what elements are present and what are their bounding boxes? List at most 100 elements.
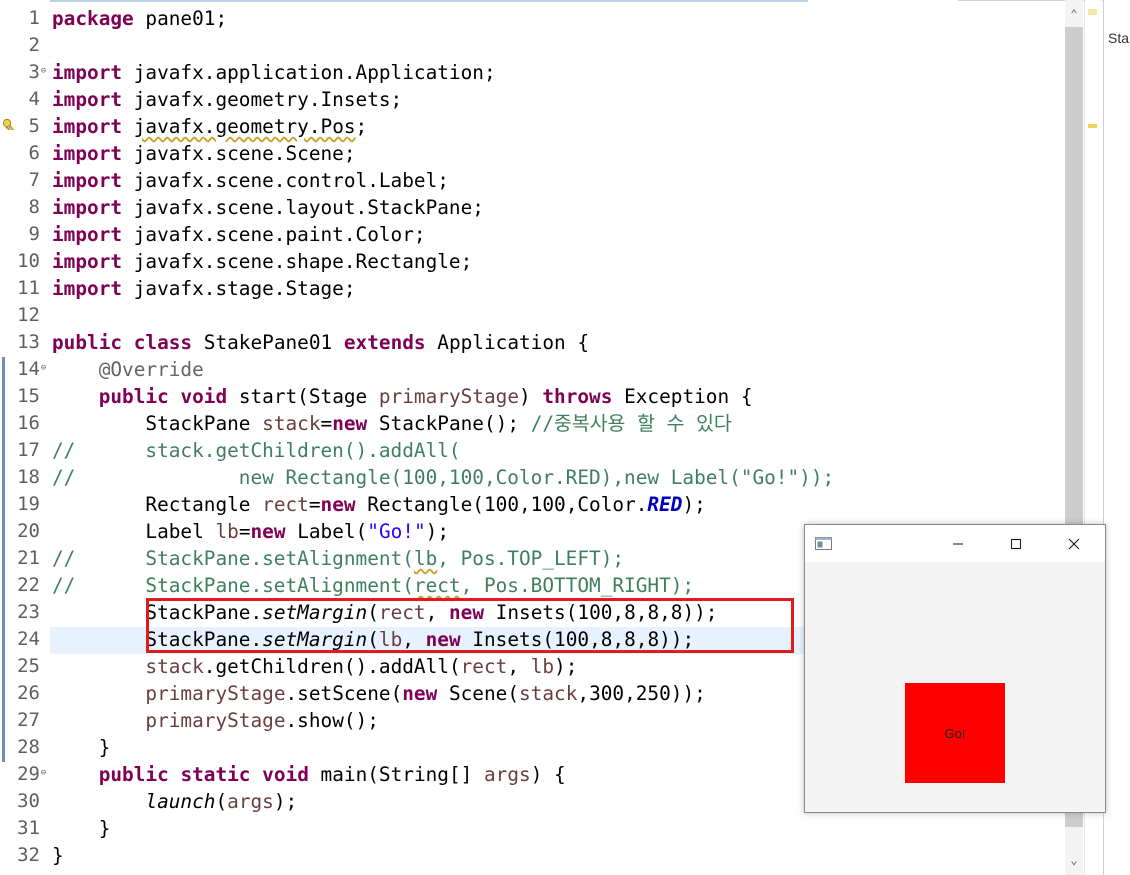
code-line[interactable]: } (52, 842, 64, 869)
code-token: Label (52, 520, 216, 543)
code-line[interactable]: // stack.getChildren().addAll( (52, 437, 461, 464)
code-token: Rectangle (52, 493, 263, 516)
code-line[interactable]: import javafx.scene.control.Label; (52, 167, 449, 194)
code-line[interactable]: // StackPane.setAlignment(rect, Pos.BOTT… (52, 572, 694, 599)
code-line[interactable]: import javafx.scene.Scene; (52, 140, 356, 167)
line-number: 6 (28, 142, 40, 164)
red-rectangle: Go! (905, 683, 1005, 783)
code-line[interactable]: import javafx.application.Application; (52, 59, 496, 86)
fold-toggle-icon[interactable]: ⊖ (39, 364, 48, 373)
scroll-down-arrow-icon[interactable]: ⌄ (1065, 848, 1083, 872)
line-number: 24 (17, 628, 40, 650)
code-token: // StackPane.setAlignment( (52, 547, 414, 570)
code-line[interactable]: } (52, 734, 111, 761)
code-token: new (332, 412, 368, 435)
line-number: 17 (17, 439, 40, 461)
code-token: javafx.scene.control.Label; (122, 169, 449, 192)
line-number: 2 (28, 34, 40, 56)
code-line[interactable]: Rectangle rect=new Rectangle(100,100,Col… (52, 491, 706, 518)
go-label: Go! (944, 725, 966, 741)
close-button[interactable] (1045, 525, 1103, 562)
minimize-button[interactable] (929, 525, 987, 562)
code-token: StackPane(); (367, 412, 531, 435)
code-token: static (180, 763, 251, 786)
code-line[interactable]: public class StakePane01 extends Applica… (52, 329, 589, 356)
line-number: 29 (17, 763, 40, 785)
line-number: 15 (17, 385, 40, 407)
code-line[interactable]: import javafx.geometry.Insets; (52, 86, 402, 113)
code-line[interactable]: stack.getChildren().addAll(rect, lb); (52, 653, 577, 680)
code-line[interactable]: import javafx.scene.shape.Rectangle; (52, 248, 472, 275)
code-line[interactable]: import javafx.geometry.Pos; (52, 113, 367, 140)
code-token: extends (343, 331, 426, 354)
code-token: rect (262, 493, 309, 516)
code-line[interactable]: import javafx.stage.Stage; (52, 275, 356, 302)
code-token: ); (554, 655, 578, 678)
code-token: StackPane (52, 412, 263, 435)
code-line[interactable]: // StackPane.setAlignment(lb, Pos.TOP_LE… (52, 545, 624, 572)
code-token: Scene( (437, 682, 520, 705)
code-line[interactable]: primaryStage.setScene(new Scene(stack,30… (52, 680, 705, 707)
code-line[interactable]: // new Rectangle(100,100,Color.RED),new … (52, 464, 834, 491)
scroll-up-arrow-icon[interactable]: ⌃ (1065, 2, 1083, 26)
code-token: ); (273, 790, 298, 813)
code-token: javafx.geometry.Insets; (122, 88, 403, 111)
code-token: javafx.scene.paint.Color; (122, 223, 426, 246)
code-line[interactable]: launch(args); (52, 788, 297, 815)
code-token: import (52, 61, 123, 84)
line-number-gutter[interactable]: 1 2 3 ⊖ 4 5 6 7 8 9 10 11 12 13 14 ⊖ 15 16 17 18 19 20 21 22 23 2… (0, 0, 50, 875)
code-line[interactable]: Label lb=new Label("Go!"); (52, 518, 449, 545)
line-number: 31 (17, 817, 40, 839)
fold-toggle-icon[interactable]: ⊖ (39, 769, 48, 778)
code-token: ); (682, 493, 706, 516)
code-token: javafx.scene.shape.Rectangle; (122, 250, 473, 273)
code-token: import (52, 142, 123, 165)
code-line[interactable]: import javafx.scene.layout.StackPane; (52, 194, 484, 221)
line-number: 5 (28, 115, 40, 137)
code-token: ) { (530, 763, 566, 786)
code-line[interactable]: primaryStage.show(); (52, 707, 379, 734)
window-titlebar[interactable] (805, 525, 1105, 562)
code-token: start(Stage (227, 385, 379, 408)
line-number: 18 (17, 466, 40, 488)
code-line[interactable]: StackPane stack=new StackPane(); //중복사용 … (52, 410, 731, 437)
code-token: import (52, 277, 123, 300)
code-token: ( (215, 790, 228, 813)
close-icon (1068, 538, 1080, 549)
code-token: public (52, 331, 123, 354)
line-number: 14 (17, 358, 40, 380)
code-token: ); (425, 520, 449, 543)
fold-toggle-icon[interactable]: ⊖ (39, 67, 48, 76)
code-line[interactable]: } (52, 815, 111, 842)
code-token: Application { (425, 331, 590, 354)
overview-ruler-marker[interactable] (1088, 9, 1097, 15)
line-number: 21 (17, 547, 40, 569)
line-number: 4 (28, 88, 40, 110)
code-line[interactable]: package pane01; (52, 5, 227, 32)
overview-ruler-warning-marker[interactable] (1088, 124, 1097, 128)
code-line[interactable]: import javafx.scene.paint.Color; (52, 221, 426, 248)
code-token: "Go!" (367, 520, 426, 543)
line-number: 11 (17, 277, 40, 299)
side-view-tab[interactable]: Sta (1108, 30, 1129, 46)
code-token: javafx.application.Application; (122, 61, 496, 84)
code-token: StakePane01 (192, 331, 344, 354)
code-line[interactable]: public void start(Stage primaryStage) th… (52, 383, 753, 410)
code-token: ; (355, 115, 368, 138)
code-token: primaryStage (145, 709, 286, 732)
code-token: rect (413, 574, 461, 597)
code-line[interactable]: @Override (52, 356, 204, 383)
line-number: 23 (17, 601, 40, 623)
code-token: = (308, 493, 321, 516)
line-number: 30 (17, 790, 40, 812)
maximize-button[interactable] (987, 525, 1045, 562)
code-line[interactable]: public static void main(String[] args) { (52, 761, 566, 788)
